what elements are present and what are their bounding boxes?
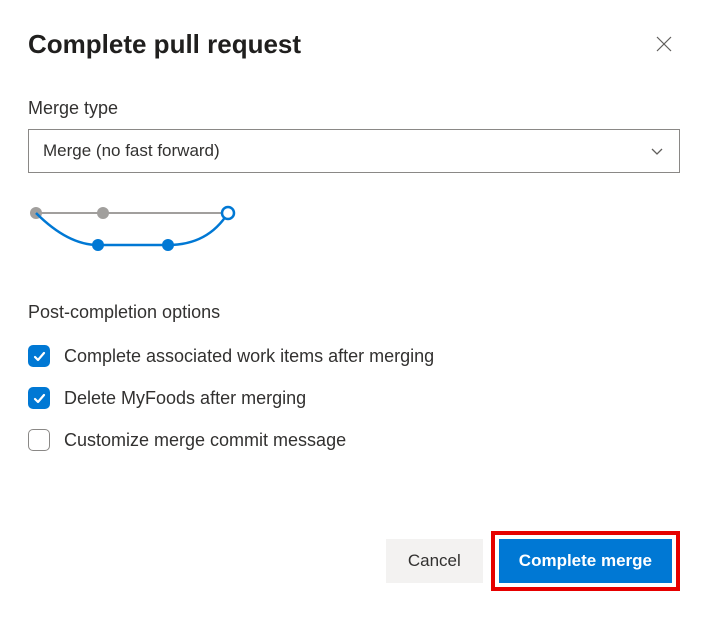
close-button[interactable] (648, 28, 680, 60)
option-complete-work-items[interactable]: Complete associated work items after mer… (28, 345, 680, 367)
cancel-button[interactable]: Cancel (386, 539, 483, 583)
post-completion-label: Post-completion options (28, 302, 680, 323)
option-delete-branch[interactable]: Delete MyFoods after merging (28, 387, 680, 409)
dialog-title: Complete pull request (28, 29, 301, 60)
checkbox-checked-icon (28, 387, 50, 409)
merge-type-value: Merge (no fast forward) (43, 141, 220, 161)
merge-graph-diagram (28, 201, 680, 262)
option-label: Customize merge commit message (64, 430, 346, 451)
option-label: Delete MyFoods after merging (64, 388, 306, 409)
complete-merge-button[interactable]: Complete merge (499, 539, 672, 583)
merge-type-dropdown[interactable]: Merge (no fast forward) (28, 129, 680, 173)
checkbox-unchecked-icon (28, 429, 50, 451)
merge-type-label: Merge type (28, 98, 680, 119)
option-customize-message[interactable]: Customize merge commit message (28, 429, 680, 451)
option-label: Complete associated work items after mer… (64, 346, 434, 367)
highlight-box: Complete merge (491, 531, 680, 591)
chevron-down-icon (649, 143, 665, 159)
close-icon (656, 36, 672, 52)
checkbox-checked-icon (28, 345, 50, 367)
